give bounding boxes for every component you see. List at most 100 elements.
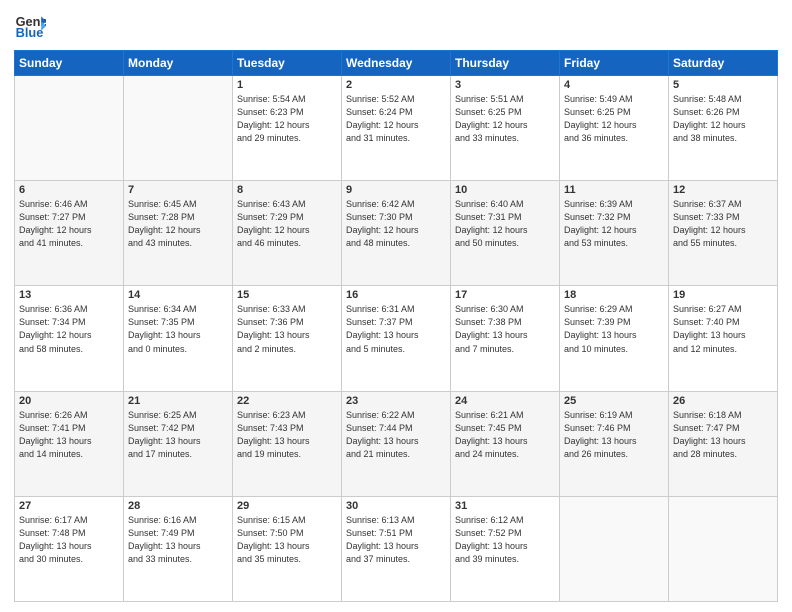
calendar-cell: 27 Sunrise: 6:17 AM Sunset: 7:48 PM Dayli…: [15, 496, 124, 601]
day-info: Sunrise: 5:52 AM Sunset: 6:24 PM Dayligh…: [346, 93, 446, 145]
calendar-cell: 11 Sunrise: 6:39 AM Sunset: 7:32 PM Dayli…: [560, 181, 669, 286]
calendar-cell: 24 Sunrise: 6:21 AM Sunset: 7:45 PM Dayli…: [451, 391, 560, 496]
col-header-saturday: Saturday: [669, 51, 778, 76]
day-number: 16: [346, 289, 446, 301]
svg-text:Blue: Blue: [16, 25, 44, 40]
day-number: 21: [128, 395, 228, 407]
day-number: 29: [237, 500, 337, 512]
col-header-friday: Friday: [560, 51, 669, 76]
logo-icon: General Blue: [14, 10, 46, 42]
calendar-cell: 26 Sunrise: 6:18 AM Sunset: 7:47 PM Dayli…: [669, 391, 778, 496]
calendar-cell: 9 Sunrise: 6:42 AM Sunset: 7:30 PM Daylig…: [342, 181, 451, 286]
day-number: 28: [128, 500, 228, 512]
calendar-cell: 13 Sunrise: 6:36 AM Sunset: 7:34 PM Dayli…: [15, 286, 124, 391]
calendar-cell: 21 Sunrise: 6:25 AM Sunset: 7:42 PM Dayli…: [124, 391, 233, 496]
calendar-cell: 12Sunrise: 6:37 AM Sunset: 7:33 PM Dayli…: [669, 181, 778, 286]
day-info: Sunrise: 6:46 AM Sunset: 7:27 PM Dayligh…: [19, 198, 119, 250]
day-info: Sunrise: 6:15 AM Sunset: 7:50 PM Dayligh…: [237, 514, 337, 566]
day-number: 15: [237, 289, 337, 301]
day-info: Sunrise: 6:33 AM Sunset: 7:36 PM Dayligh…: [237, 303, 337, 355]
calendar-cell: 19 Sunrise: 6:27 AM Sunset: 7:40 PM Dayli…: [669, 286, 778, 391]
col-header-wednesday: Wednesday: [342, 51, 451, 76]
day-number: 11: [564, 184, 664, 196]
logo: General Blue: [14, 10, 46, 42]
day-info: Sunrise: 6:23 AM Sunset: 7:43 PM Dayligh…: [237, 409, 337, 461]
day-number: 4: [564, 79, 664, 91]
calendar-cell: 6 Sunrise: 6:46 AM Sunset: 7:27 PM Daylig…: [15, 181, 124, 286]
calendar-cell: 28 Sunrise: 6:16 AM Sunset: 7:49 PM Dayli…: [124, 496, 233, 601]
day-number: 26: [673, 395, 773, 407]
calendar-cell: 15 Sunrise: 6:33 AM Sunset: 7:36 PM Dayli…: [233, 286, 342, 391]
day-info: Sunrise: 6:16 AM Sunset: 7:49 PM Dayligh…: [128, 514, 228, 566]
day-info: Sunrise: 6:29 AM Sunset: 7:39 PM Dayligh…: [564, 303, 664, 355]
calendar-cell: [15, 76, 124, 181]
day-info: Sunrise: 6:34 AM Sunset: 7:35 PM Dayligh…: [128, 303, 228, 355]
day-number: 5: [673, 79, 773, 91]
day-info: Sunrise: 5:49 AM Sunset: 6:25 PM Dayligh…: [564, 93, 664, 145]
day-info: Sunrise: 6:13 AM Sunset: 7:51 PM Dayligh…: [346, 514, 446, 566]
calendar-cell: 3 Sunrise: 5:51 AM Sunset: 6:25 PM Daylig…: [451, 76, 560, 181]
day-info: Sunrise: 6:25 AM Sunset: 7:42 PM Dayligh…: [128, 409, 228, 461]
day-info: Sunrise: 5:54 AM Sunset: 6:23 PM Dayligh…: [237, 93, 337, 145]
day-info: Sunrise: 6:22 AM Sunset: 7:44 PM Dayligh…: [346, 409, 446, 461]
day-info: Sunrise: 6:36 AM Sunset: 7:34 PM Dayligh…: [19, 303, 119, 355]
day-number: 3: [455, 79, 555, 91]
day-number: 19: [673, 289, 773, 301]
calendar-cell: 14 Sunrise: 6:34 AM Sunset: 7:35 PM Dayli…: [124, 286, 233, 391]
day-info: Sunrise: 6:39 AM Sunset: 7:32 PM Dayligh…: [564, 198, 664, 250]
day-number: 31: [455, 500, 555, 512]
col-header-sunday: Sunday: [15, 51, 124, 76]
day-number: 23: [346, 395, 446, 407]
calendar-cell: 1 Sunrise: 5:54 AM Sunset: 6:23 PM Daylig…: [233, 76, 342, 181]
day-number: 7: [128, 184, 228, 196]
day-number: 14: [128, 289, 228, 301]
calendar-cell: 22Sunrise: 6:23 AM Sunset: 7:43 PM Dayli…: [233, 391, 342, 496]
day-number: 18: [564, 289, 664, 301]
day-info: Sunrise: 6:42 AM Sunset: 7:30 PM Dayligh…: [346, 198, 446, 250]
day-number: 24: [455, 395, 555, 407]
col-header-tuesday: Tuesday: [233, 51, 342, 76]
calendar-cell: 7Sunrise: 6:45 AM Sunset: 7:28 PM Daylig…: [124, 181, 233, 286]
day-number: 10: [455, 184, 555, 196]
calendar-cell: 20 Sunrise: 6:26 AM Sunset: 7:41 PM Dayli…: [15, 391, 124, 496]
day-number: 13: [19, 289, 119, 301]
calendar-cell: 8 Sunrise: 6:43 AM Sunset: 7:29 PM Daylig…: [233, 181, 342, 286]
calendar-cell: 4 Sunrise: 5:49 AM Sunset: 6:25 PM Daylig…: [560, 76, 669, 181]
day-info: Sunrise: 5:51 AM Sunset: 6:25 PM Dayligh…: [455, 93, 555, 145]
day-info: Sunrise: 6:37 AM Sunset: 7:33 PM Dayligh…: [673, 198, 773, 250]
day-info: Sunrise: 6:12 AM Sunset: 7:52 PM Dayligh…: [455, 514, 555, 566]
day-number: 27: [19, 500, 119, 512]
day-number: 1: [237, 79, 337, 91]
calendar-cell: 5 Sunrise: 5:48 AM Sunset: 6:26 PM Daylig…: [669, 76, 778, 181]
day-info: Sunrise: 5:48 AM Sunset: 6:26 PM Dayligh…: [673, 93, 773, 145]
day-number: 20: [19, 395, 119, 407]
day-info: Sunrise: 6:21 AM Sunset: 7:45 PM Dayligh…: [455, 409, 555, 461]
calendar-cell: 25 Sunrise: 6:19 AM Sunset: 7:46 PM Dayli…: [560, 391, 669, 496]
calendar-table: SundayMondayTuesdayWednesdayThursdayFrid…: [14, 50, 778, 602]
day-info: Sunrise: 6:18 AM Sunset: 7:47 PM Dayligh…: [673, 409, 773, 461]
day-info: Sunrise: 6:26 AM Sunset: 7:41 PM Dayligh…: [19, 409, 119, 461]
day-number: 9: [346, 184, 446, 196]
day-number: 6: [19, 184, 119, 196]
day-number: 30: [346, 500, 446, 512]
calendar-cell: 18 Sunrise: 6:29 AM Sunset: 7:39 PM Dayli…: [560, 286, 669, 391]
calendar-cell: 29 Sunrise: 6:15 AM Sunset: 7:50 PM Dayli…: [233, 496, 342, 601]
page-header: General Blue: [14, 10, 778, 42]
day-info: Sunrise: 6:17 AM Sunset: 7:48 PM Dayligh…: [19, 514, 119, 566]
day-info: Sunrise: 6:30 AM Sunset: 7:38 PM Dayligh…: [455, 303, 555, 355]
calendar-cell: 23 Sunrise: 6:22 AM Sunset: 7:44 PM Dayli…: [342, 391, 451, 496]
calendar-cell: 2Sunrise: 5:52 AM Sunset: 6:24 PM Daylig…: [342, 76, 451, 181]
col-header-monday: Monday: [124, 51, 233, 76]
day-info: Sunrise: 6:31 AM Sunset: 7:37 PM Dayligh…: [346, 303, 446, 355]
calendar-cell: [669, 496, 778, 601]
day-info: Sunrise: 6:43 AM Sunset: 7:29 PM Dayligh…: [237, 198, 337, 250]
calendar-cell: [560, 496, 669, 601]
day-info: Sunrise: 6:40 AM Sunset: 7:31 PM Dayligh…: [455, 198, 555, 250]
calendar-cell: 30 Sunrise: 6:13 AM Sunset: 7:51 PM Dayli…: [342, 496, 451, 601]
day-info: Sunrise: 6:27 AM Sunset: 7:40 PM Dayligh…: [673, 303, 773, 355]
day-number: 25: [564, 395, 664, 407]
day-number: 8: [237, 184, 337, 196]
calendar-cell: [124, 76, 233, 181]
calendar-cell: 31 Sunrise: 6:12 AM Sunset: 7:52 PM Dayli…: [451, 496, 560, 601]
day-info: Sunrise: 6:19 AM Sunset: 7:46 PM Dayligh…: [564, 409, 664, 461]
